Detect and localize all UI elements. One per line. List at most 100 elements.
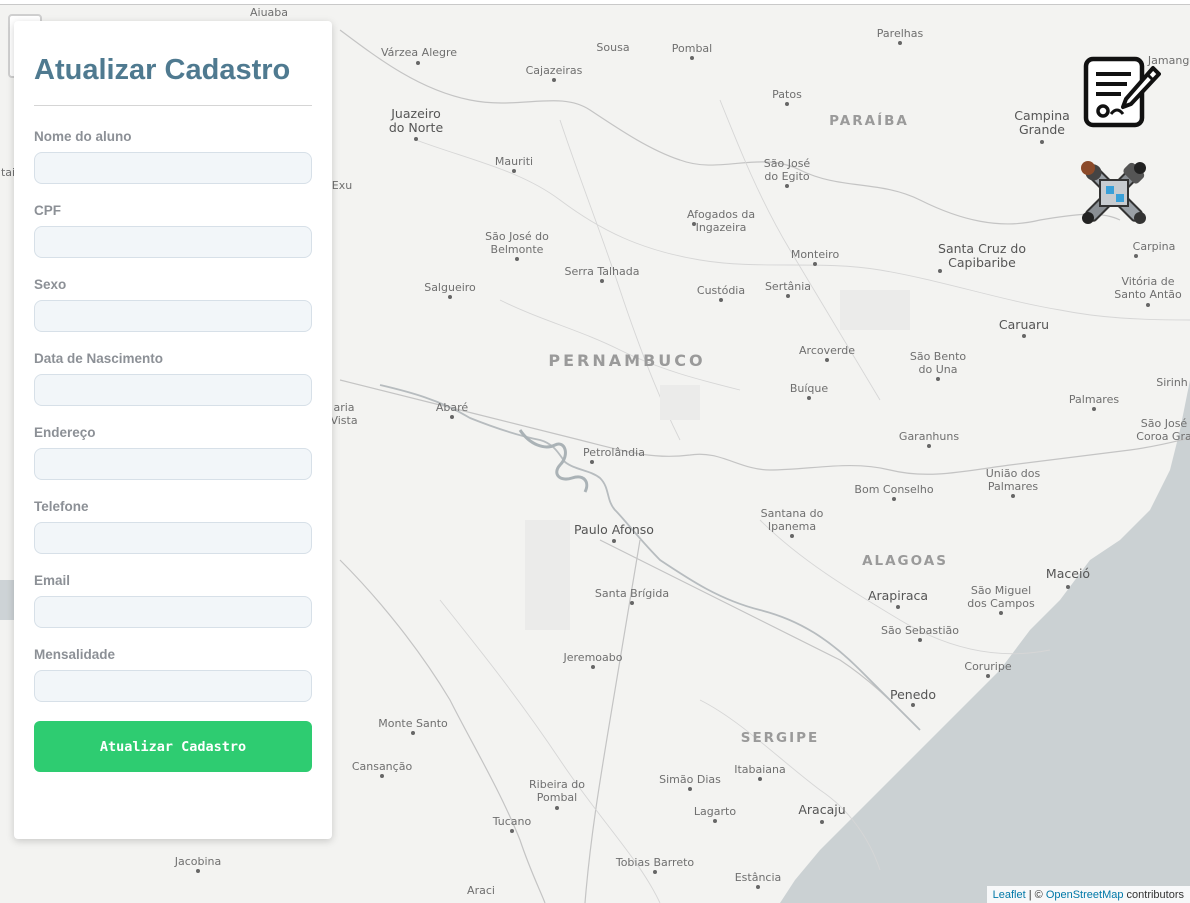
place-label: Abaré [435, 401, 469, 414]
field-label: CPF [34, 203, 61, 218]
osm-link[interactable]: OpenStreetMap [1046, 889, 1124, 901]
field-nome: Nome do aluno [34, 129, 312, 184]
place-label: Campina Grande [1014, 108, 1070, 137]
place-label: Coruripe [964, 660, 1012, 673]
place-label: São Sebastião [881, 624, 959, 637]
place-dot [380, 774, 384, 778]
place-dot [790, 534, 794, 538]
place-dot [938, 269, 942, 273]
place-label: Juazeiro do Norte [388, 106, 444, 135]
place-label: Ribeira do Pombal [529, 778, 585, 804]
place-dot [510, 829, 514, 833]
place-label: tai [0, 166, 16, 179]
place-dot [600, 279, 604, 283]
place-label: Jeremoabo [563, 651, 623, 664]
map-attribution: Leaflet | © OpenStreetMap contributors [986, 886, 1190, 903]
place-dot [450, 415, 454, 419]
place-label: Santa Cruz do Capibaribe [938, 241, 1026, 270]
field-data-nascimento: Data de Nascimento [34, 351, 312, 406]
place-dot [692, 222, 696, 226]
place-dot [612, 539, 616, 543]
place-label: Serra Talhada [564, 265, 640, 278]
place-label: Petrolândia [583, 446, 645, 459]
place-label: Jacobina [174, 855, 222, 868]
place-dot [785, 102, 789, 106]
place-label: São José Coroa Gra [1136, 417, 1190, 443]
attribution-suffix: contributors [1123, 889, 1184, 901]
place-label: São José do Egito [763, 157, 811, 183]
place-dot [719, 298, 723, 302]
field-mensalidade: Mensalidade [34, 647, 312, 702]
place-label: Arcoverde [799, 344, 855, 357]
form-title: Atualizar Cadastro [34, 54, 291, 86]
place-dot [896, 605, 900, 609]
document-edit-icon[interactable] [1083, 56, 1161, 130]
place-dot [1040, 140, 1044, 144]
update-cadastro-button[interactable]: Atualizar Cadastro [34, 721, 312, 772]
place-label: Pombal [671, 42, 713, 55]
place-label: Carpina [1132, 240, 1176, 253]
place-dot [785, 184, 789, 188]
place-label: Monteiro [790, 248, 840, 261]
place-dot [756, 885, 760, 889]
place-label: Tobias Barreto [615, 856, 695, 869]
place-dot [807, 396, 811, 400]
field-label: Endereço [34, 425, 96, 440]
place-dot [1011, 494, 1015, 498]
place-label: Estância [734, 871, 782, 884]
field-label: Telefone [34, 499, 89, 514]
place-label: Lagarto [693, 805, 737, 818]
place-label: Garanhuns [898, 430, 960, 443]
state-label-paraiba: PARAÍBA [829, 113, 909, 129]
place-dot [911, 703, 915, 707]
nome-input[interactable] [34, 152, 312, 184]
place-label: Paulo Afonso [574, 522, 654, 537]
form-divider [34, 105, 312, 106]
endereco-input[interactable] [34, 448, 312, 480]
place-dot [630, 601, 634, 605]
state-label-alagoas: ALAGOAS [862, 553, 948, 569]
email-input[interactable] [34, 596, 312, 628]
place-label: Afogados da Ingazeira [686, 208, 756, 234]
place-label: Vitória de Santo Antão [1114, 275, 1182, 301]
place-dot [898, 41, 902, 45]
place-dot [590, 460, 594, 464]
cpf-input[interactable] [34, 226, 312, 258]
place-label: Aiuaba [249, 6, 289, 19]
place-label: Palmares [1068, 393, 1120, 406]
place-dot [1134, 254, 1138, 258]
field-sexo: Sexo [34, 277, 312, 332]
place-dot [1066, 585, 1070, 589]
place-dot [690, 56, 694, 60]
place-label: Cajazeiras [525, 64, 583, 77]
place-dot [448, 295, 452, 299]
place-label: Cansanção [351, 760, 413, 773]
place-label: Patos [772, 88, 802, 101]
sexo-input[interactable] [34, 300, 312, 332]
place-label: Bom Conselho [854, 483, 934, 496]
place-dot [591, 665, 595, 669]
place-label: Parelhas [876, 27, 924, 40]
place-dot [999, 611, 1003, 615]
mensalidade-input[interactable] [34, 670, 312, 702]
leaflet-link[interactable]: Leaflet [993, 889, 1026, 901]
place-label: Penedo [890, 687, 936, 702]
place-label: Simão Dias [659, 773, 721, 786]
attribution-separator: | © [1025, 889, 1046, 901]
place-dot [825, 358, 829, 362]
field-label: Nome do aluno [34, 129, 132, 144]
data-nascimento-input[interactable] [34, 374, 312, 406]
place-label: Santana do Ipanema [760, 507, 824, 533]
place-dot [414, 137, 418, 141]
place-dot [552, 78, 556, 82]
telefone-input[interactable] [34, 522, 312, 554]
place-dot [758, 777, 762, 781]
place-label: aria Vista [330, 401, 358, 427]
place-dot [786, 294, 790, 298]
place-label: Sertânia [764, 280, 812, 293]
field-label: Email [34, 573, 71, 588]
place-label: Sousa [596, 41, 630, 54]
tools-icon[interactable] [1076, 156, 1152, 230]
place-label: Caruaru [998, 317, 1050, 332]
place-label: União dos Palmares [985, 467, 1041, 493]
